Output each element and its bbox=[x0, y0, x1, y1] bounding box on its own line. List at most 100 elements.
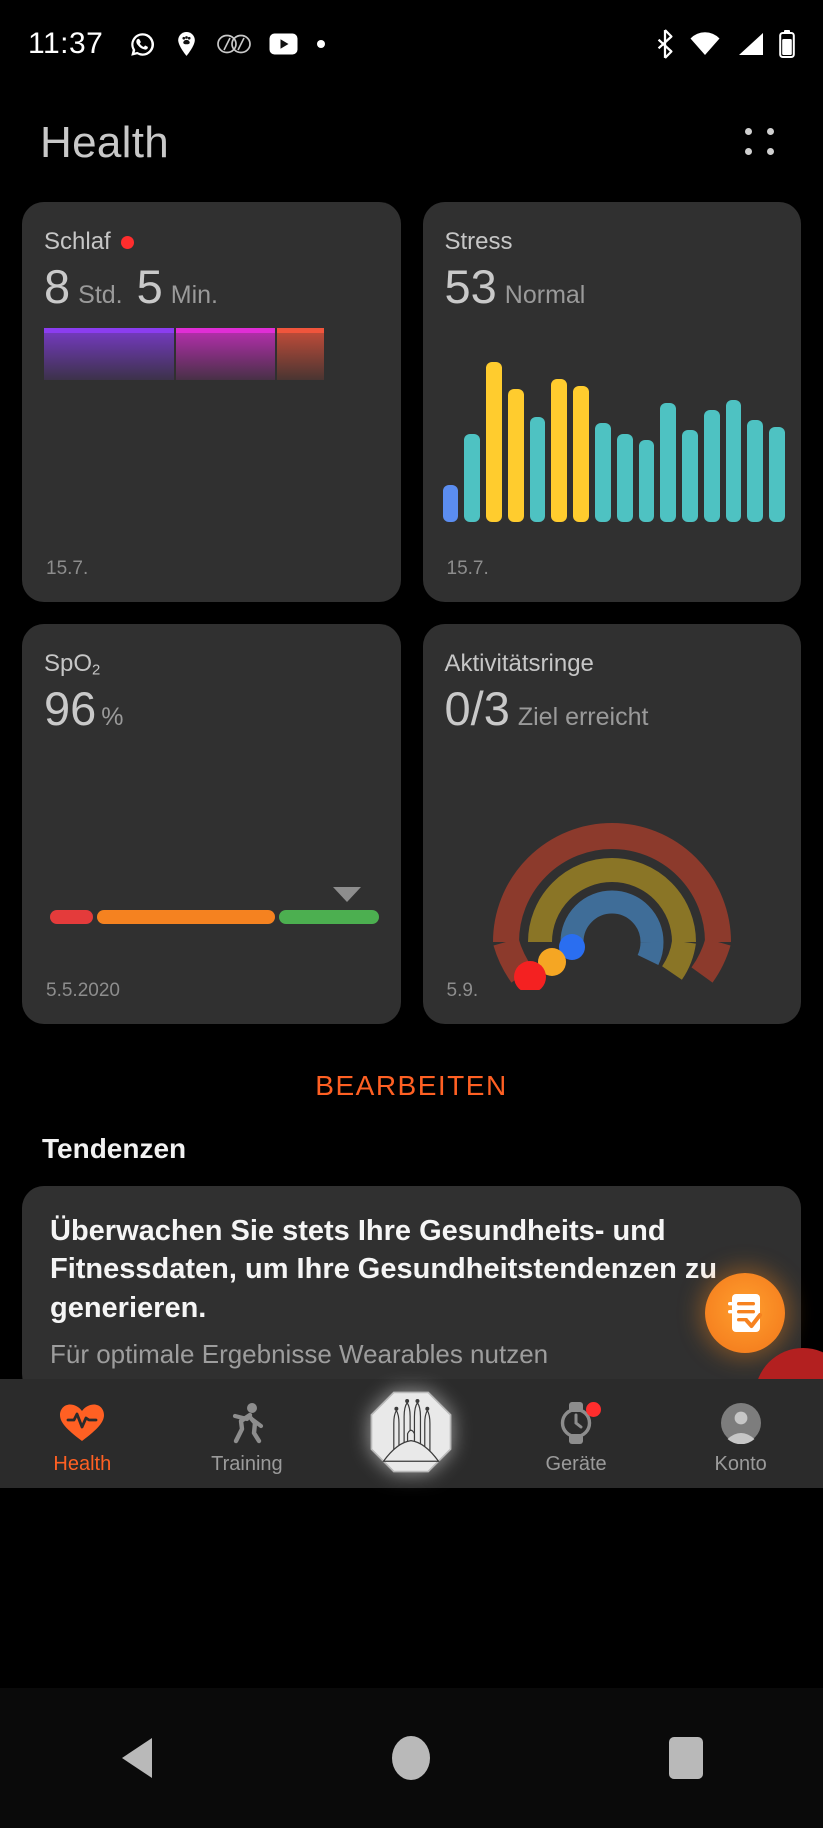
edit-cards-button[interactable]: BEARBEITEN bbox=[0, 1070, 823, 1102]
sleep-stages-chart bbox=[44, 328, 324, 380]
stress-bar bbox=[682, 430, 698, 522]
stress-bar bbox=[442, 484, 459, 522]
cards-row-1: Schlaf 8 Std. 5 Min. 15.7. Stress 53 Nor… bbox=[22, 202, 801, 602]
card-sleep-title-row: Schlaf bbox=[44, 228, 379, 256]
card-sleep-title: Schlaf bbox=[44, 228, 111, 255]
add-record-fab[interactable] bbox=[705, 1273, 785, 1353]
nav-label-devices: Geräte bbox=[545, 1452, 607, 1475]
nav-item-training[interactable]: Training bbox=[165, 1388, 330, 1488]
back-triangle-icon bbox=[122, 1738, 153, 1778]
recents-square-icon bbox=[668, 1737, 703, 1779]
ring-inner-arc bbox=[560, 890, 664, 943]
checklist-document-icon bbox=[728, 1294, 762, 1332]
phone-screen: 11:37 Health Schlaf 8 Std. 5 Min. 15.7. … bbox=[0, 0, 823, 1828]
sleep-stage-body bbox=[175, 332, 276, 380]
status-bar-notification-icons bbox=[129, 31, 326, 58]
stress-bar bbox=[529, 416, 546, 522]
stress-bar bbox=[769, 426, 785, 522]
stress-bar bbox=[486, 362, 502, 522]
trends-main-text: Überwachen Sie stets Ihre Gesundheits- u… bbox=[50, 1215, 718, 1324]
account-avatar-icon bbox=[720, 1401, 762, 1445]
trends-sub-text: Für optimale Ergebnisse Wearables nutzen bbox=[50, 1338, 549, 1369]
stress-bar bbox=[507, 389, 524, 522]
spo2-range-segment bbox=[50, 910, 93, 924]
location-paw-icon bbox=[178, 31, 196, 56]
system-home-button[interactable] bbox=[274, 1736, 548, 1780]
activity-goal-value: 0/3 bbox=[444, 682, 510, 735]
activity-rings-chart bbox=[423, 760, 802, 990]
stress-bar bbox=[638, 440, 655, 522]
nav-item-emblem[interactable] bbox=[329, 1388, 494, 1488]
card-stress-title: Stress bbox=[444, 228, 513, 255]
spo2-range-segment bbox=[96, 910, 275, 924]
sleep-stage-segment bbox=[44, 328, 174, 380]
card-stress-date: 15.7. bbox=[446, 558, 489, 579]
sleep-minutes-value: 5 bbox=[136, 260, 163, 313]
nav-label-training: Training bbox=[211, 1452, 283, 1475]
battery-icon bbox=[779, 30, 795, 58]
cards-row-2: SpO2 96 % 5.5.2020 Aktivitätsringe 0/3 Z… bbox=[22, 624, 801, 1024]
card-stress-value: 53 Normal bbox=[444, 260, 780, 313]
dot-icon bbox=[317, 40, 326, 48]
wifi-icon bbox=[690, 32, 720, 55]
status-bar-system-icons bbox=[655, 29, 795, 59]
card-activity-rings-title-row: Aktivitätsringe bbox=[445, 650, 780, 678]
system-back-button[interactable] bbox=[0, 1738, 274, 1778]
card-stress[interactable]: Stress 53 Normal 15.7. bbox=[422, 202, 801, 602]
youtube-icon bbox=[269, 33, 298, 55]
running-person-icon bbox=[227, 1401, 267, 1445]
card-activity-rings-title: Aktivitätsringe bbox=[444, 650, 594, 677]
stress-score-value: 53 bbox=[444, 260, 497, 313]
card-activity-rings-date: 5.9. bbox=[446, 980, 479, 1001]
health-cards-grid: Schlaf 8 Std. 5 Min. 15.7. Stress 53 Nor… bbox=[22, 202, 801, 1046]
whatsapp-icon bbox=[131, 32, 155, 56]
sleep-hours-value: 8 bbox=[44, 260, 71, 313]
status-bar: 11:37 bbox=[0, 0, 823, 88]
watch-icon bbox=[554, 1401, 602, 1445]
stress-bar bbox=[551, 379, 568, 522]
sleep-stage-body bbox=[44, 332, 174, 380]
spo2-range-marker-icon bbox=[332, 887, 361, 902]
bluetooth-icon bbox=[657, 29, 673, 59]
card-sleep-value: 8 Std. 5 Min. bbox=[44, 260, 379, 313]
sleep-stage-segment bbox=[175, 328, 276, 380]
stress-bar bbox=[725, 399, 742, 522]
card-spo2-date: 5.5.2020 bbox=[46, 980, 120, 1001]
spo2-range-segment bbox=[278, 910, 379, 924]
ring-inner-cap bbox=[637, 941, 664, 966]
nav-label-health: Health bbox=[53, 1452, 112, 1475]
nav-item-devices[interactable]: Geräte bbox=[494, 1388, 659, 1488]
card-sleep[interactable]: Schlaf 8 Std. 5 Min. 15.7. bbox=[22, 202, 401, 602]
card-spo2-title: SpO2 bbox=[44, 650, 101, 679]
nav-item-account[interactable]: Konto bbox=[658, 1388, 823, 1488]
nav-label-account: Konto bbox=[714, 1452, 767, 1475]
page-title: Health bbox=[40, 118, 169, 167]
nav-item-health[interactable]: Health bbox=[0, 1388, 165, 1488]
sleep-stage-segment bbox=[277, 328, 324, 380]
sleep-hours-unit: Std. bbox=[78, 281, 123, 309]
cellular-signal-icon bbox=[739, 33, 763, 55]
card-stress-title-row: Stress bbox=[445, 228, 780, 256]
card-sleep-date: 15.7. bbox=[46, 558, 89, 579]
spo2-value: 96 bbox=[44, 682, 97, 736]
spo2-range-scale bbox=[50, 910, 379, 924]
card-spo2-title-row: SpO2 bbox=[44, 650, 379, 678]
card-spo2[interactable]: SpO2 96 % 5.5.2020 bbox=[22, 624, 401, 1024]
overflow-menu-button[interactable] bbox=[739, 121, 783, 165]
status-bar-clock: 11:37 bbox=[28, 27, 104, 60]
stress-bar bbox=[573, 386, 589, 522]
system-recents-button[interactable] bbox=[549, 1737, 823, 1779]
dual-circle-icon bbox=[217, 34, 252, 54]
overflow-menu-icon bbox=[745, 128, 777, 158]
home-circle-icon bbox=[392, 1736, 431, 1780]
card-activity-rings[interactable]: Aktivitätsringe 0/3 Ziel erreicht 5.9. bbox=[422, 624, 802, 1024]
trends-card[interactable]: Überwachen Sie stets Ihre Gesundheits- u… bbox=[22, 1186, 801, 1396]
devices-notification-badge bbox=[586, 1401, 602, 1417]
card-activity-rings-value: 0/3 Ziel erreicht bbox=[444, 682, 780, 735]
stress-bar bbox=[660, 403, 677, 522]
heart-pulse-icon bbox=[59, 1401, 105, 1445]
stress-score-label: Normal bbox=[504, 281, 586, 309]
stress-bar bbox=[464, 433, 481, 522]
app-bar: Health bbox=[0, 88, 823, 198]
activity-goal-label: Ziel erreicht bbox=[517, 703, 649, 731]
